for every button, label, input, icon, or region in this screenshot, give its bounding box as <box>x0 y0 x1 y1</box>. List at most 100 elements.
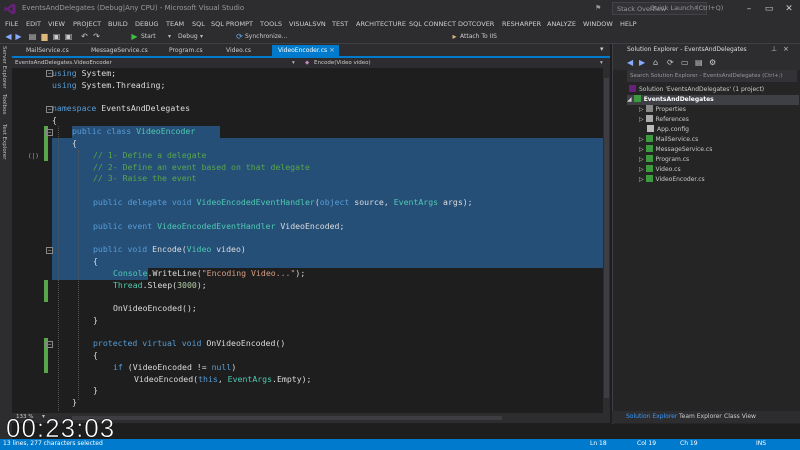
maximize-button[interactable]: ▭ <box>760 2 778 16</box>
code-comment-1: // 1- Define a delegate <box>93 150 207 160</box>
forward-icon[interactable]: ▶ <box>639 58 645 67</box>
tab-program[interactable]: Program.cs <box>163 45 218 56</box>
start-button[interactable]: Start <box>141 31 156 43</box>
code-line-1: using System; <box>52 68 116 80</box>
tab-team-explorer[interactable]: Team Explorer <box>679 412 722 422</box>
tree-video[interactable]: ▷ Video.cs <box>639 165 681 175</box>
collapse-toggle-icon[interactable]: − <box>46 129 53 136</box>
tab-overflow-icon[interactable]: ▾ <box>600 45 604 53</box>
save-icon[interactable]: ▣ <box>52 32 61 41</box>
pin-icon[interactable]: ⊥ <box>771 45 777 53</box>
menu-edit[interactable]: EDIT <box>26 18 41 30</box>
show-all-files-icon[interactable]: ▤ <box>695 58 703 67</box>
horizontal-scrollbar[interactable] <box>72 416 502 420</box>
menu-tools[interactable]: TOOLS <box>260 18 282 30</box>
solution-explorer-search[interactable]: Search Solution Explorer - EventsAndDele… <box>627 70 797 82</box>
tab-videoencoder[interactable]: VideoEncoder.cs × <box>272 45 339 56</box>
test-explorer-tab[interactable]: Test Explorer <box>1 124 7 159</box>
menu-build[interactable]: BUILD <box>108 18 128 30</box>
menu-sql-prompt[interactable]: SQL PROMPT <box>211 18 253 30</box>
tab-solution-explorer[interactable]: Solution Explorer <box>626 412 677 422</box>
notification-flag-icon[interactable]: ⚑ <box>595 4 601 12</box>
attach-icon[interactable]: ▸ <box>450 32 459 41</box>
server-explorer-tab[interactable]: Server Explorer <box>1 46 7 89</box>
save-all-icon[interactable]: ▣ <box>64 32 73 41</box>
code-token: this <box>198 374 218 384</box>
close-panel-icon[interactable]: × <box>783 45 789 53</box>
undo-icon[interactable]: ↶ <box>80 32 89 41</box>
menu-file[interactable]: FILE <box>5 18 18 30</box>
collapse-toggle-icon[interactable]: − <box>46 247 53 254</box>
scrollbar-thumb[interactable] <box>604 78 609 398</box>
selection <box>52 232 610 244</box>
solution-explorer-header: Solution Explorer - EventsAndDelegates ⊥… <box>613 44 800 56</box>
menu-help[interactable]: HELP <box>620 18 637 30</box>
collapse-all-icon[interactable]: ▭ <box>681 58 689 67</box>
home-icon[interactable]: ⌂ <box>653 58 658 67</box>
menu-analyze[interactable]: ANALYZE <box>547 18 576 30</box>
collapse-toggle-icon[interactable]: − <box>46 341 53 348</box>
menu-visualsvn[interactable]: VISUALSVN <box>289 18 326 30</box>
menu-view[interactable]: VIEW <box>48 18 65 30</box>
redo-icon[interactable]: ↷ <box>92 32 101 41</box>
menu-project[interactable]: PROJECT <box>73 18 101 30</box>
menu-resharper[interactable]: RESHARPER <box>502 18 541 30</box>
back-icon[interactable]: ◀ <box>4 32 13 41</box>
menu-sql[interactable]: SQL <box>192 18 205 30</box>
properties-icon[interactable]: ⚙ <box>709 58 716 67</box>
member-dropdown-icon[interactable]: ▾ <box>600 58 603 68</box>
attach-to-iis-button[interactable]: Attach To IIS <box>460 31 497 43</box>
start-dropdown-icon[interactable]: ▾ <box>168 31 171 43</box>
new-project-icon[interactable]: ▤ <box>28 32 37 41</box>
tree-videoencoder[interactable]: ▷ VideoEncoder.cs <box>639 175 705 185</box>
class-dropdown[interactable]: EventsAndDelegates.VideoEncoder <box>15 58 112 68</box>
selection <box>52 256 610 268</box>
tree-label: Program.cs <box>655 156 690 163</box>
tree-references[interactable]: ▷ References <box>639 115 689 125</box>
forward-icon[interactable]: ▶ <box>14 32 23 41</box>
tab-class-view[interactable]: Class View <box>724 412 756 422</box>
toolbox-tab[interactable]: Toolbox <box>1 94 7 115</box>
tree-program[interactable]: ▷ Program.cs <box>639 155 689 165</box>
menu-team[interactable]: TEAM <box>166 18 184 30</box>
tab-messageservice[interactable]: MessageService.cs <box>85 45 161 56</box>
breakpoint-glyph-icon[interactable]: (|) <box>28 151 39 163</box>
minimize-button[interactable]: – <box>740 2 758 16</box>
synchronize-button[interactable]: Synchronize... <box>245 31 287 43</box>
code-brace: } <box>93 315 98 325</box>
code-token: , <box>217 374 228 384</box>
class-dropdown-icon[interactable]: ▾ <box>292 58 295 68</box>
tree-app-config[interactable]: App.config <box>647 125 689 135</box>
tree-properties[interactable]: ▷ Properties <box>639 105 686 115</box>
menu-test[interactable]: TEST <box>332 18 348 30</box>
code-token: using <box>52 80 77 90</box>
window-controls: – ▭ ✕ <box>740 2 800 16</box>
menu-debug[interactable]: DEBUG <box>135 18 158 30</box>
menu-architecture[interactable]: ARCHITECTURE <box>356 18 406 30</box>
csharp-file-icon <box>645 135 653 142</box>
synchronize-icon[interactable]: ⟳ <box>235 32 244 41</box>
back-icon[interactable]: ◀ <box>627 58 633 67</box>
config-dropdown-icon[interactable]: ▾ <box>200 31 203 43</box>
tab-mailservice[interactable]: MailService.cs <box>20 45 83 56</box>
tab-video[interactable]: Video.cs <box>220 45 270 56</box>
member-dropdown[interactable]: Encode(Video video) <box>314 58 371 68</box>
menu-sql-connect[interactable]: SQL CONNECT <box>409 18 456 30</box>
menu-window[interactable]: WINDOW <box>583 18 613 30</box>
open-folder-icon[interactable]: ▆ <box>40 32 49 41</box>
menu-dotcover[interactable]: DOTCOVER <box>458 18 494 30</box>
refresh-icon[interactable]: ⟳ <box>667 58 674 67</box>
search-icon[interactable]: ⌕ <box>694 3 698 13</box>
tree-solution[interactable]: Solution 'EventsAndDelegates' (1 project… <box>629 85 764 95</box>
code-sleep: Thread.Sleep(3000); <box>113 280 207 292</box>
code-editor[interactable]: (|) − − − − − using System; using System… <box>12 68 610 413</box>
tree-messageservice[interactable]: ▷ MessageService.cs <box>639 145 712 155</box>
editor-vertical-scrollbar[interactable] <box>603 68 610 413</box>
close-button[interactable]: ✕ <box>780 2 798 16</box>
tree-mailservice[interactable]: ▷ MailService.cs <box>639 135 698 145</box>
tree-project[interactable]: ◢ EventsAndDelegates <box>627 95 799 105</box>
config-dropdown[interactable]: Debug <box>178 31 198 43</box>
code-encode-signature: public void Encode(Video video) <box>93 244 246 256</box>
start-icon[interactable]: ▶ <box>130 32 139 41</box>
close-tab-icon[interactable]: × <box>329 45 335 56</box>
